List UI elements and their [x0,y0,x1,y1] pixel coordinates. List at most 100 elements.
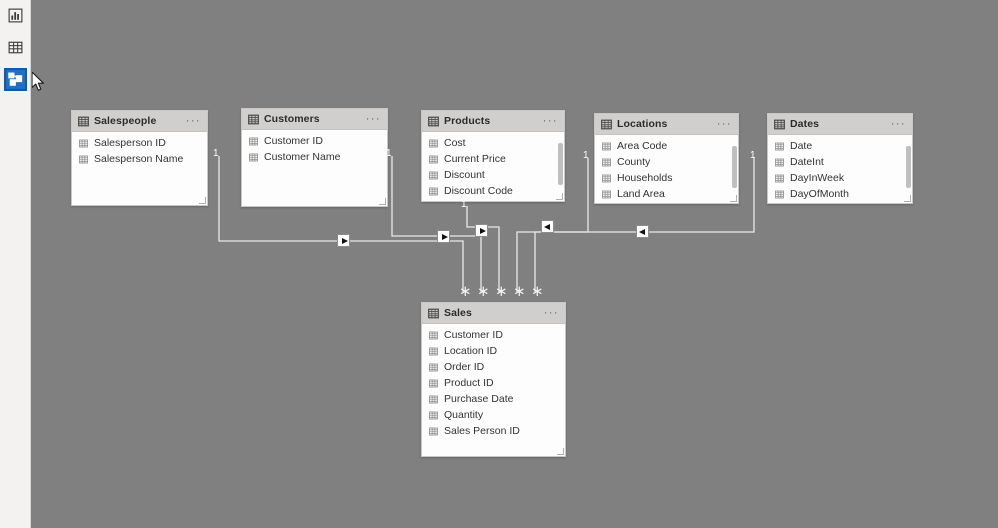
table-menu-button-dates[interactable]: ··· [891,119,907,130]
cross-filter-arrow-icon [479,227,486,234]
field-row[interactable]: Cost [422,135,564,151]
field-label: County [617,156,651,168]
column-icon [429,395,438,403]
table-header-sales[interactable]: Sales ··· [422,303,565,324]
field-row[interactable]: Land Area [595,186,738,202]
field-row[interactable]: Households [595,170,738,186]
cross-filter-arrow-icon [639,228,645,235]
column-icon [775,190,784,198]
nav-model-view[interactable] [4,68,27,91]
table-header-locations[interactable]: Locations ··· [595,114,738,135]
nav-report-view[interactable] [4,4,27,27]
view-switcher-rail [0,0,31,528]
field-row[interactable]: Area Code [595,138,738,154]
field-row[interactable]: Location ID [422,343,565,359]
field-label: Purchase Date [444,393,514,405]
column-icon [602,142,611,150]
column-icon [429,331,438,339]
relationship-marker-customers-sales[interactable] [437,230,450,243]
field-row[interactable]: Product ID [422,375,565,391]
field-row[interactable]: Sales Person ID [422,423,565,439]
table-menu-button-customers[interactable]: ··· [366,114,382,125]
field-row[interactable]: Salesperson ID [72,135,207,151]
field-label: Households [617,172,673,184]
field-list-scrollbar[interactable] [732,146,737,188]
cardinality-one-dates: 1 [750,150,756,161]
table-menu-button-salespeople[interactable]: ··· [186,116,202,127]
resize-handle[interactable] [199,197,206,204]
table-card-locations[interactable]: Locations ··· Area Code County Households Lan… [594,113,739,204]
relationship-marker-locations-sales[interactable] [541,220,554,233]
field-row[interactable]: Customer ID [422,327,565,343]
relationship-marker-dates-sales[interactable] [636,225,649,238]
table-icon [78,116,89,126]
field-row[interactable]: Salesperson Name [72,151,207,167]
field-list-scrollbar[interactable] [558,143,563,185]
field-row[interactable]: Quantity [422,407,565,423]
field-row[interactable]: Customer ID [242,133,387,149]
model-diagram-canvas[interactable]: Salespeople ··· Salesperson ID Salesperson … [31,0,998,528]
field-label: Cost [444,137,466,149]
column-icon [79,139,88,147]
cardinality-one-salespeople: 1 [213,148,219,159]
field-label: Area Code [617,140,668,152]
table-menu-button-products[interactable]: ··· [543,116,559,127]
cross-filter-arrow-icon [441,233,448,240]
resize-handle[interactable] [557,448,564,455]
field-list-products: Cost Current Price Discount Discount Code [422,132,564,201]
table-name-locations: Locations [617,118,668,130]
field-label: Current Price [444,153,506,165]
resize-handle[interactable] [379,198,386,205]
column-icon [429,363,438,371]
cardinality-many-sales-1: ∗ [459,283,472,300]
field-label: Product ID [444,377,494,389]
table-name-products: Products [444,115,491,127]
field-label: Discount [444,169,485,181]
table-name-dates: Dates [790,118,820,130]
column-icon [249,137,258,145]
cross-filter-arrow-icon [341,237,348,244]
field-label: Quantity [444,409,484,421]
field-row[interactable]: DayInWeek [768,170,912,186]
field-row[interactable]: County [595,154,738,170]
field-list-dates: Date DateInt DayInWeek DayOfMonth [768,135,912,203]
field-row[interactable]: Current Price [422,151,564,167]
table-menu-button-locations[interactable]: ··· [717,119,733,130]
power-bi-model-view: Salespeople ··· Salesperson ID Salesperson … [0,0,998,528]
column-icon [429,171,438,179]
field-row[interactable]: DateInt [768,154,912,170]
table-menu-button-sales[interactable]: ··· [544,308,560,319]
table-card-sales[interactable]: Sales ··· Customer ID Location ID Order ID Pr… [421,302,566,457]
field-row[interactable]: Customer Name [242,149,387,165]
resize-handle[interactable] [556,193,563,200]
field-row[interactable]: Order ID [422,359,565,375]
table-icon [601,119,612,129]
table-header-customers[interactable]: Customers ··· [242,109,387,130]
field-label: DayOfMonth [790,188,849,200]
field-row[interactable]: Purchase Date [422,391,565,407]
resize-handle[interactable] [904,195,911,202]
field-row[interactable]: DayOfMonth [768,186,912,202]
wire-products-sales[interactable] [466,206,500,292]
column-icon [775,174,784,182]
table-icon [428,308,439,318]
field-row[interactable]: Discount [422,167,564,183]
nav-data-view[interactable] [4,36,27,59]
relationship-marker-products-sales[interactable] [475,224,488,237]
table-icon [774,119,785,129]
field-row[interactable]: Date [768,138,912,154]
table-header-products[interactable]: Products ··· [422,111,564,132]
field-list-sales: Customer ID Location ID Order ID Product ID… [422,324,565,456]
field-row[interactable]: Discount Code [422,183,564,199]
table-card-products[interactable]: Products ··· Cost Current Price Discount Disc… [421,110,565,202]
relationship-marker-salespeople-sales[interactable] [337,234,350,247]
table-card-dates[interactable]: Dates ··· Date DateInt DayInWeek DayOfMonth [767,113,913,204]
resize-handle[interactable] [730,195,737,202]
field-list-scrollbar[interactable] [906,146,911,188]
table-card-salespeople[interactable]: Salespeople ··· Salesperson ID Salesperson … [71,110,208,206]
table-card-customers[interactable]: Customers ··· Customer ID Customer Name [241,108,388,207]
table-header-salespeople[interactable]: Salespeople ··· [72,111,207,132]
table-header-dates[interactable]: Dates ··· [768,114,912,135]
field-label: Salesperson ID [94,137,166,149]
field-label: Customer ID [264,135,323,147]
